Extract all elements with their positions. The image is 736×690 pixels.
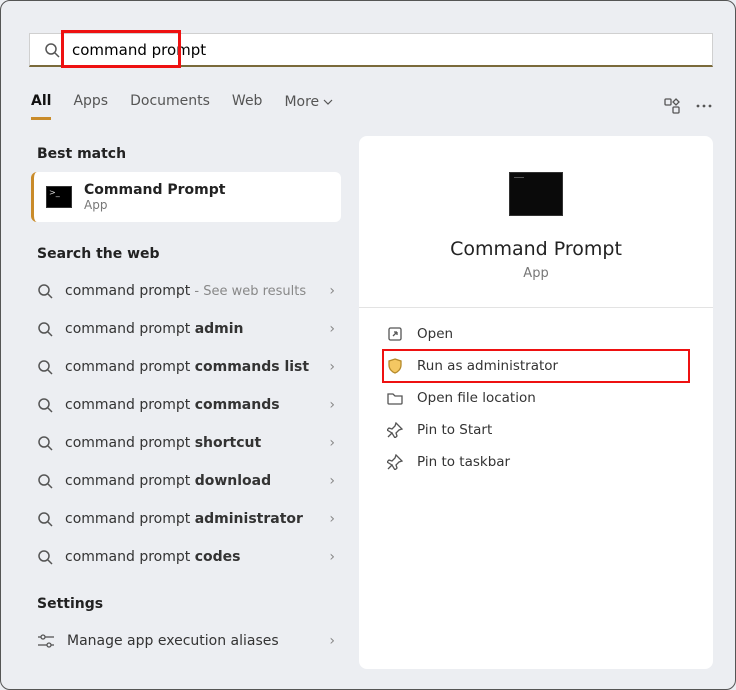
apps-view-icon[interactable] [649,97,681,115]
detail-title: Command Prompt [450,238,622,260]
filter-tabs: All Apps Documents Web More [31,91,713,121]
settings-item-aliases[interactable]: Manage app execution aliases › [31,622,341,660]
results-column: Best match Command Prompt App Search the… [31,146,341,669]
web-result[interactable]: command prompt administrator › [31,500,341,538]
web-result-text: command prompt codes [65,549,240,565]
pin-icon [387,422,403,438]
web-result[interactable]: command prompt admin › [31,310,341,348]
action-label: Open file location [417,390,536,406]
chevron-right-icon: › [329,283,335,299]
tab-apps[interactable]: Apps [73,93,108,120]
chevron-right-icon: › [329,397,335,413]
chevron-right-icon: › [329,511,335,527]
search-icon [40,42,64,58]
chevron-right-icon: › [329,321,335,337]
shield-icon [387,358,403,374]
chevron-right-icon: › [329,473,335,489]
web-results-list: command prompt - See web results›command… [31,272,341,576]
search-icon [37,359,53,375]
web-result-text: command prompt commands [65,397,280,413]
search-icon [37,283,53,299]
action-open-file-location[interactable]: Open file location [383,382,689,414]
web-result-text: command prompt administrator [65,511,303,527]
search-icon [37,511,53,527]
search-bar[interactable] [29,33,713,67]
web-result-text: command prompt shortcut [65,435,261,451]
chevron-right-icon: › [329,435,335,451]
folder-icon [387,390,403,406]
web-result-text: command prompt admin [65,321,244,337]
action-label: Run as administrator [417,358,558,374]
action-label: Pin to Start [417,422,492,438]
action-open[interactable]: Open [383,318,689,350]
web-result-text: command prompt - See web results [65,283,306,299]
search-icon [37,397,53,413]
action-run-as-administrator[interactable]: Run as administrator [383,350,689,382]
tab-documents[interactable]: Documents [130,93,210,120]
search-icon [37,435,53,451]
action-label: Pin to taskbar [417,454,510,470]
divider [359,307,713,308]
detail-actions: Open Run as administrator Open file locati… [383,318,689,478]
detail-type: App [523,266,548,281]
web-result-text: command prompt commands list [65,359,309,375]
more-icon[interactable] [681,97,713,115]
command-prompt-icon [509,172,563,216]
action-label: Open [417,326,453,342]
chevron-right-icon: › [329,359,335,375]
settings-heading: Settings [37,596,341,612]
web-result[interactable]: command prompt download › [31,462,341,500]
web-result[interactable]: command prompt - See web results › [31,272,341,310]
open-icon [387,326,403,342]
best-match-result[interactable]: Command Prompt App [31,172,341,222]
pin-icon [387,454,403,470]
action-pin-to-start[interactable]: Pin to Start [383,414,689,446]
sliders-icon [37,633,55,649]
web-result[interactable]: command prompt commands › [31,386,341,424]
settings-item-label: Manage app execution aliases [67,633,279,649]
tab-all[interactable]: All [31,93,51,120]
chevron-down-icon [323,97,333,107]
action-pin-to-taskbar[interactable]: Pin to taskbar [383,446,689,478]
best-match-title: Command Prompt [84,182,225,198]
search-icon [37,321,53,337]
chevron-right-icon: › [329,633,335,649]
tab-web[interactable]: Web [232,93,263,120]
chevron-right-icon: › [329,549,335,565]
search-input[interactable] [64,41,702,59]
web-result[interactable]: command prompt shortcut › [31,424,341,462]
search-web-heading: Search the web [37,246,341,262]
web-result[interactable]: command prompt codes › [31,538,341,576]
search-icon [37,473,53,489]
best-match-subtitle: App [84,198,225,212]
web-result-text: command prompt download [65,473,271,489]
best-match-heading: Best match [37,146,341,162]
tab-more[interactable]: More [284,93,333,120]
web-result[interactable]: command prompt commands list › [31,348,341,386]
search-icon [37,549,53,565]
detail-pane: Command Prompt App Open Run as administra… [359,136,713,669]
command-prompt-icon [46,186,72,208]
